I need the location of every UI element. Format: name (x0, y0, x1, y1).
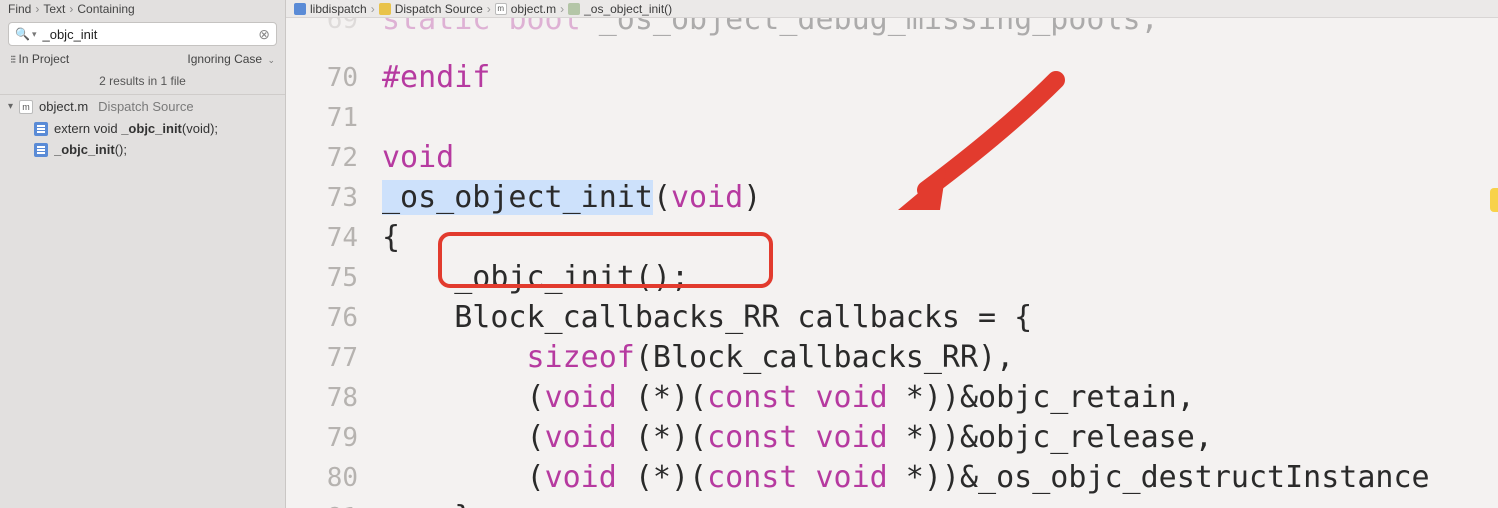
match-icon (34, 122, 48, 136)
jump-bar[interactable]: libdispatch › Dispatch Source › mobject.… (286, 0, 1498, 18)
code-content[interactable]: static bool _os_object_debug_missing_poo… (382, 18, 1498, 508)
result-file-row[interactable]: ▾ m object.m Dispatch Source (0, 95, 285, 118)
chevron-right-icon: › (35, 2, 39, 16)
code-line[interactable]: sizeof(Block_callbacks_RR), (382, 338, 1498, 378)
line-number: 72 (286, 138, 358, 178)
search-result[interactable]: extern void _objc_init(void); (0, 118, 285, 139)
code-line[interactable]: Block_callbacks_RR callbacks = { (382, 298, 1498, 338)
scope-label[interactable]: In Project (19, 52, 70, 66)
line-number: 75 (286, 258, 358, 298)
objc-file-icon: m (495, 3, 507, 15)
annotation-highlight-box (438, 232, 773, 288)
line-number: 73 (286, 178, 358, 218)
chevron-right-icon: › (487, 2, 491, 16)
line-number: 70 (286, 58, 358, 98)
function-icon (568, 3, 580, 15)
line-number: 78 (286, 378, 358, 418)
folder-icon (379, 3, 391, 15)
code-line[interactable]: (void (*)(const void *))&objc_release, (382, 418, 1498, 458)
chevron-right-icon: › (371, 2, 375, 16)
code-line[interactable]: }; (382, 498, 1498, 508)
crumb-find[interactable]: Find (8, 2, 31, 16)
updown-icon: ⌄ (267, 55, 275, 65)
code-line[interactable]: static bool _os_object_debug_missing_poo… (382, 18, 1498, 40)
search-field[interactable]: 🔍 ▾ ⊗ (8, 22, 277, 46)
line-number: 76 (286, 298, 358, 338)
jumpbar-symbol[interactable]: _os_object_init() (568, 2, 672, 16)
line-number: 80 (286, 458, 358, 498)
jumpbar-project[interactable]: libdispatch (294, 2, 367, 16)
crumb-text[interactable]: Text (43, 2, 65, 16)
result-text: _objc_init(); (54, 142, 127, 157)
search-result[interactable]: _objc_init(); (0, 139, 285, 160)
jumpbar-file[interactable]: mobject.m (495, 2, 556, 16)
code-line[interactable]: (void (*)(const void *))&_os_objc_destru… (382, 458, 1498, 498)
line-number: 77 (286, 338, 358, 378)
crumb-containing[interactable]: Containing (77, 2, 134, 16)
find-navigator: Find › Text › Containing 🔍 ▾ ⊗ ⁝⁝⁝ In Pr… (0, 0, 286, 508)
line-number: 79 (286, 418, 358, 458)
chevron-right-icon: › (560, 2, 564, 16)
result-file-group: Dispatch Source (98, 99, 193, 114)
scope-icon: ⁝⁝⁝ (10, 53, 15, 66)
jumpbar-group[interactable]: Dispatch Source (379, 2, 483, 16)
annotation-arrow-icon (886, 70, 1086, 210)
clear-icon[interactable]: ⊗ (258, 26, 270, 43)
chevron-right-icon: › (69, 2, 73, 16)
change-marker (1490, 188, 1498, 212)
search-input[interactable] (42, 27, 258, 42)
line-number: 74 (286, 218, 358, 258)
source-editor[interactable]: 69 707172737475767778798081 static bool _… (286, 18, 1498, 508)
editor-pane: libdispatch › Dispatch Source › mobject.… (286, 0, 1498, 508)
line-number: 69 (286, 18, 358, 40)
line-number: 81 (286, 498, 358, 508)
chevron-down-icon[interactable]: ▾ (32, 29, 37, 40)
case-popup[interactable]: Ignoring Case ⌄ (187, 52, 275, 66)
code-line[interactable]: (void (*)(const void *))&objc_retain, (382, 378, 1498, 418)
disclosure-triangle-icon[interactable]: ▾ (8, 101, 13, 112)
search-icon: 🔍 (15, 27, 30, 41)
line-number: 71 (286, 98, 358, 138)
result-file-name: object.m (39, 99, 88, 114)
result-text: extern void _objc_init(void); (54, 121, 218, 136)
line-gutter: 69 707172737475767778798081 (286, 18, 382, 508)
results-summary: 2 results in 1 file (0, 68, 285, 95)
find-breadcrumb[interactable]: Find › Text › Containing (0, 0, 285, 18)
objc-file-icon: m (19, 100, 33, 114)
project-icon (294, 3, 306, 15)
search-scope-bar: ⁝⁝⁝ In Project Ignoring Case ⌄ (0, 50, 285, 68)
match-icon (34, 143, 48, 157)
